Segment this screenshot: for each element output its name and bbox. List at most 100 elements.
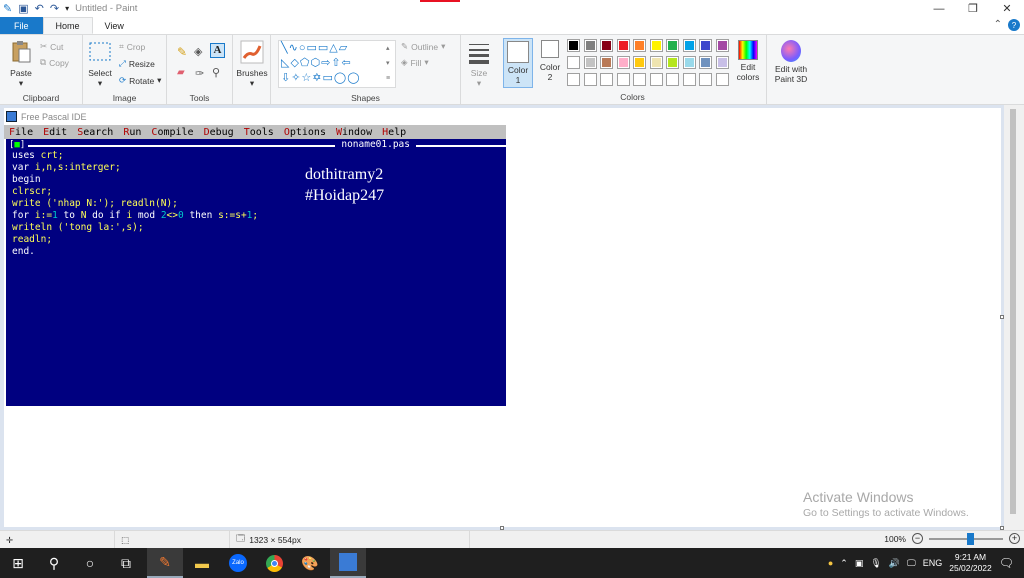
show-hidden-icons[interactable]: ⌃ [840, 558, 848, 569]
redo-icon[interactable]: ↷ [50, 2, 59, 15]
color-swatch[interactable] [666, 73, 679, 86]
color-swatch[interactable] [567, 56, 580, 69]
customize-quick-access-icon[interactable]: ▾ [65, 4, 69, 13]
weather-icon[interactable]: ● [828, 558, 833, 568]
color-swatch[interactable] [633, 39, 646, 52]
resize-button[interactable]: ⤢ Resize [119, 58, 155, 69]
scrollbar-thumb[interactable] [1010, 109, 1016, 514]
shapes-gallery[interactable]: ╲∿○▭▭△▱ ◺◇⬠⬡⇨⇧⇦ ⇩✧☆✡▭◯◯ [278, 40, 396, 88]
code-token: for [12, 210, 35, 221]
taskbar-app-zalo[interactable]: Zalo [220, 548, 256, 578]
color-swatch[interactable] [666, 56, 679, 69]
start-button[interactable]: ⊞ [0, 548, 36, 578]
paste-button[interactable]: Paste ▾ [6, 40, 36, 89]
fill-icon[interactable]: ◈ [194, 45, 202, 58]
fp-app-icon [6, 111, 17, 122]
code-line-7: writeln ('tong la:',s); [12, 222, 258, 234]
eraser-icon[interactable]: ▰ [177, 67, 185, 78]
color-swatch[interactable] [682, 39, 696, 52]
color-swatch[interactable] [616, 73, 630, 86]
microphone-icon[interactable]: 🎙 [870, 558, 881, 569]
color-swatch[interactable] [715, 73, 729, 86]
fill-button[interactable]: ◈ Fill ▾ [401, 57, 429, 68]
color-swatch[interactable] [649, 56, 663, 69]
copy-button[interactable]: ⧉ Copy [40, 57, 69, 68]
taskbar-app-chrome[interactable] [256, 548, 292, 578]
color-swatch[interactable] [616, 56, 630, 69]
color-swatch[interactable] [649, 73, 663, 86]
color-swatch[interactable] [633, 73, 646, 86]
pencil-icon[interactable]: ✎ [177, 45, 187, 59]
zoom-slider-knob[interactable] [967, 532, 974, 545]
code-token: to [57, 210, 81, 221]
size-button[interactable]: Size ▾ [463, 40, 495, 89]
color-swatch[interactable] [699, 39, 712, 52]
paste-dropdown-icon[interactable]: ▾ [6, 78, 36, 89]
edit-with-paint3d-button[interactable]: Edit with Paint 3D [770, 40, 812, 84]
color-swatch[interactable] [666, 39, 679, 52]
text-icon[interactable]: A [210, 43, 225, 58]
rotate-button[interactable]: ⟳ Rotate ▾ [119, 75, 161, 86]
color1-button[interactable]: Color 1 [503, 38, 533, 88]
tab-view[interactable]: View [93, 17, 136, 34]
color-swatch[interactable] [600, 39, 613, 52]
cut-button[interactable]: ✂ Cut [40, 41, 63, 52]
outline-button[interactable]: ✎ Outline ▾ [401, 41, 445, 52]
volume-icon[interactable]: 🔊 [889, 558, 900, 569]
color-swatch[interactable] [600, 56, 613, 69]
color1-number: 1 [515, 75, 521, 85]
restore-button[interactable]: ❐ [956, 0, 990, 17]
color-swatch[interactable] [616, 39, 630, 52]
collapse-ribbon-icon[interactable]: ⌃ [994, 19, 1002, 31]
taskbar-app-paint-classic[interactable]: 🎨 [292, 548, 328, 578]
notification-app-icon[interactable]: ▣ [855, 558, 864, 569]
color-swatch[interactable] [583, 39, 597, 52]
vertical-scrollbar[interactable] [1004, 105, 1024, 530]
cortana-button[interactable]: ○ [72, 548, 108, 578]
color-swatch[interactable] [567, 73, 580, 86]
close-button[interactable]: ✕ [990, 0, 1024, 17]
action-center-icon[interactable]: 🗨 [999, 556, 1014, 570]
color2-button[interactable]: Color 2 [536, 40, 564, 82]
save-icon[interactable]: ▣ [18, 2, 28, 15]
zoom-in-button[interactable]: + [1009, 533, 1020, 544]
select-dropdown-icon[interactable]: ▾ [87, 78, 113, 89]
magnifier-icon[interactable]: ⚲ [212, 66, 220, 79]
activate-title: Activate Windows [803, 489, 914, 505]
minimize-button[interactable]: — [922, 0, 956, 17]
color-swatch[interactable] [682, 73, 696, 86]
color-swatch[interactable] [633, 56, 646, 69]
language-indicator[interactable]: ENG [923, 558, 943, 568]
network-icon[interactable]: 🖵 [907, 558, 916, 569]
taskbar-app-paint[interactable]: ✎ [147, 548, 183, 578]
zoom-slider[interactable] [929, 532, 1003, 545]
color-picker-icon[interactable]: ✑ [195, 67, 204, 80]
help-icon[interactable]: ? [1008, 19, 1020, 31]
select-button[interactable]: Select ▾ [87, 40, 113, 89]
crop-button[interactable]: ⌗ Crop [119, 41, 145, 52]
rainbow-palette-icon [738, 40, 758, 60]
zoom-out-button[interactable]: − [912, 533, 923, 544]
color-swatch[interactable] [682, 56, 696, 69]
color-swatch[interactable] [583, 56, 597, 69]
search-button[interactable]: ⚲ [36, 548, 72, 578]
color-swatch[interactable] [583, 73, 597, 86]
brushes-button[interactable]: Brushes ▾ [236, 40, 268, 89]
task-view-button[interactable]: ⧉ [108, 548, 144, 578]
color-swatch[interactable] [567, 39, 580, 52]
taskbar-app-freepascal[interactable] [330, 548, 366, 578]
color-swatch[interactable] [649, 39, 663, 52]
taskbar-app-explorer[interactable]: ▬ [184, 548, 220, 578]
color-swatch[interactable] [715, 56, 729, 69]
clock[interactable]: 9:21 AM 25/02/2022 [949, 552, 992, 574]
tab-home[interactable]: Home [42, 17, 93, 34]
tab-file[interactable]: File [0, 17, 43, 34]
undo-icon[interactable]: ↶ [35, 2, 44, 15]
color-swatch[interactable] [699, 56, 712, 69]
color-swatch[interactable] [715, 39, 729, 52]
color-swatch[interactable] [699, 73, 712, 86]
shapes-scroll[interactable]: ▴ ▾ ≡ [386, 41, 390, 86]
swatch-fill [584, 57, 596, 68]
edit-colors-button[interactable]: Edit colors [733, 40, 763, 82]
color-swatch[interactable] [600, 73, 613, 86]
